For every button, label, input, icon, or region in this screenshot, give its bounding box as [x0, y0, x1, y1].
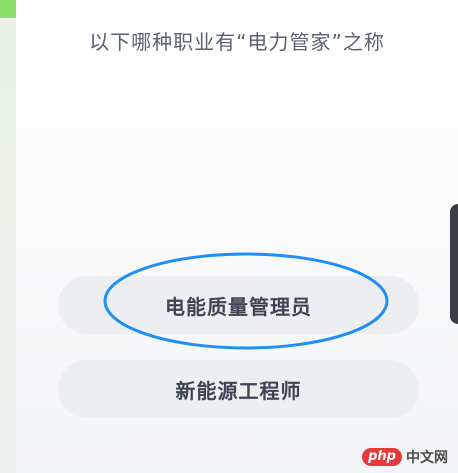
question-title: 以下哪种职业有“电力管家”之称	[89, 30, 385, 54]
side-scroll-handle[interactable]	[450, 204, 458, 324]
watermark-text: 中文网	[406, 450, 448, 466]
option-label: 新能源工程师	[175, 378, 302, 403]
left-accent-strip	[0, 0, 16, 473]
site-watermark: php 中文网	[362, 447, 448, 467]
option-button-2[interactable]: 新能源工程师	[58, 360, 419, 418]
question-card: 以下哪种职业有“电力管家”之称 电能质量管理员 新能源工程师	[16, 0, 458, 473]
watermark-logo: php	[362, 448, 402, 466]
option-label: 电能质量管理员	[165, 294, 312, 319]
option-button-1[interactable]: 电能质量管理员	[58, 276, 419, 334]
